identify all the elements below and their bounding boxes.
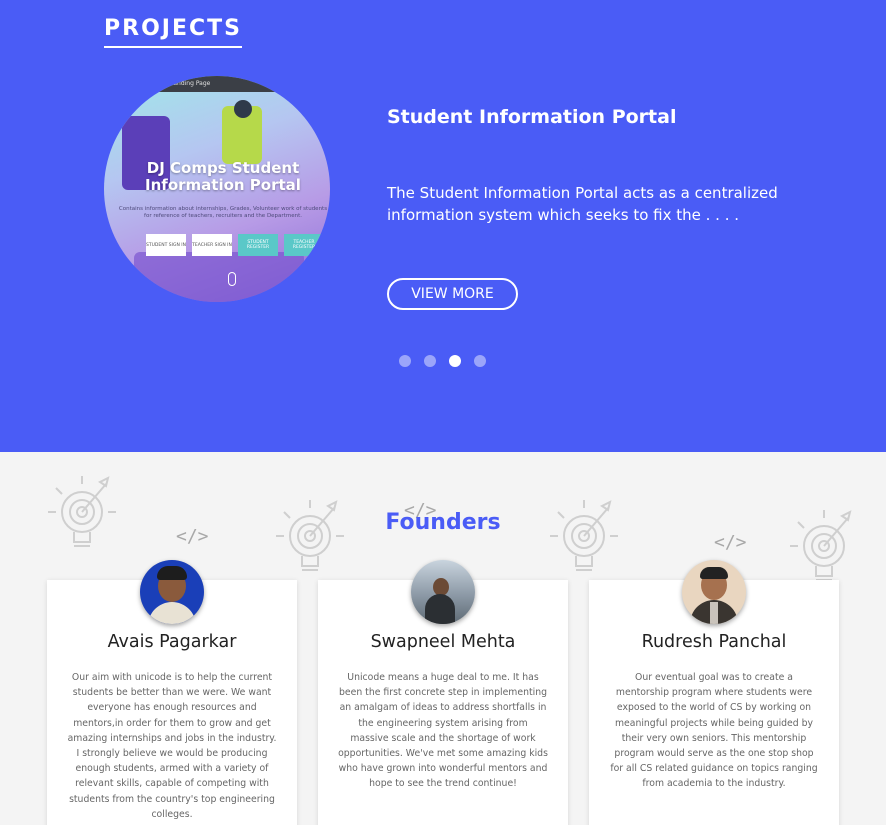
illustration-person-head	[234, 100, 252, 118]
thumbnail-browser-bar: Landing Page	[104, 76, 330, 92]
founders-section: </> </> </> Founders Avais Pagarkar Our …	[0, 452, 886, 825]
founder-quote: Our aim with unicode is to help the curr…	[67, 672, 277, 820]
founder-name: Swapneel Mehta	[370, 632, 516, 652]
thumbnail-student-register: STUDENT REGISTER	[238, 234, 278, 256]
lightbulb-target-icon	[276, 500, 344, 571]
carousel-dots	[399, 355, 486, 367]
thumbnail-student-signin: STUDENT SIGN IN	[146, 234, 186, 256]
avatar	[411, 560, 475, 624]
founder-name: Avais Pagarkar	[107, 632, 237, 652]
thumbnail-teacher-signin: TEACHER SIGN IN	[192, 234, 232, 256]
avatar	[682, 560, 746, 624]
founder-name: Rudresh Panchal	[641, 632, 787, 652]
scroll-mouse-icon	[228, 272, 236, 286]
project-description: The Student Information Portal acts as a…	[387, 184, 778, 224]
founder-quote: Unicode means a huge deal to me. It has …	[338, 672, 548, 790]
projects-heading: PROJECTS	[104, 16, 242, 48]
code-brackets-icon: </>	[714, 532, 747, 553]
founder-quote: Our eventual goal was to create a mentor…	[610, 672, 818, 790]
thumbnail-title: DJ Comps Student Information Portal	[145, 159, 301, 194]
thumbnail-teacher-register: TEACHER REGISTER	[284, 234, 324, 256]
thumbnail-window-label: Landing Page	[170, 80, 211, 87]
lightbulb-target-icon	[550, 500, 618, 571]
carousel-dot-active[interactable]	[449, 355, 461, 367]
illustration-bottom-figure	[134, 252, 304, 302]
view-more-button[interactable]: VIEW MORE	[387, 278, 518, 310]
projects-section: PROJECTS Landing Page DJ Comps Student I…	[0, 0, 886, 452]
avatar	[140, 560, 204, 624]
carousel-dot[interactable]	[474, 355, 486, 367]
thumbnail-subtitle: Contains information about internships, …	[118, 206, 328, 219]
thumbnail-buttons: STUDENT SIGN IN TEACHER SIGN IN STUDENT …	[146, 234, 324, 256]
project-thumbnail[interactable]: Landing Page DJ Comps Student Informatio…	[104, 76, 330, 302]
carousel-dot[interactable]	[399, 355, 411, 367]
founders-heading: Founders	[385, 510, 501, 535]
carousel-dot[interactable]	[424, 355, 436, 367]
project-title: Student Information Portal	[387, 106, 677, 128]
